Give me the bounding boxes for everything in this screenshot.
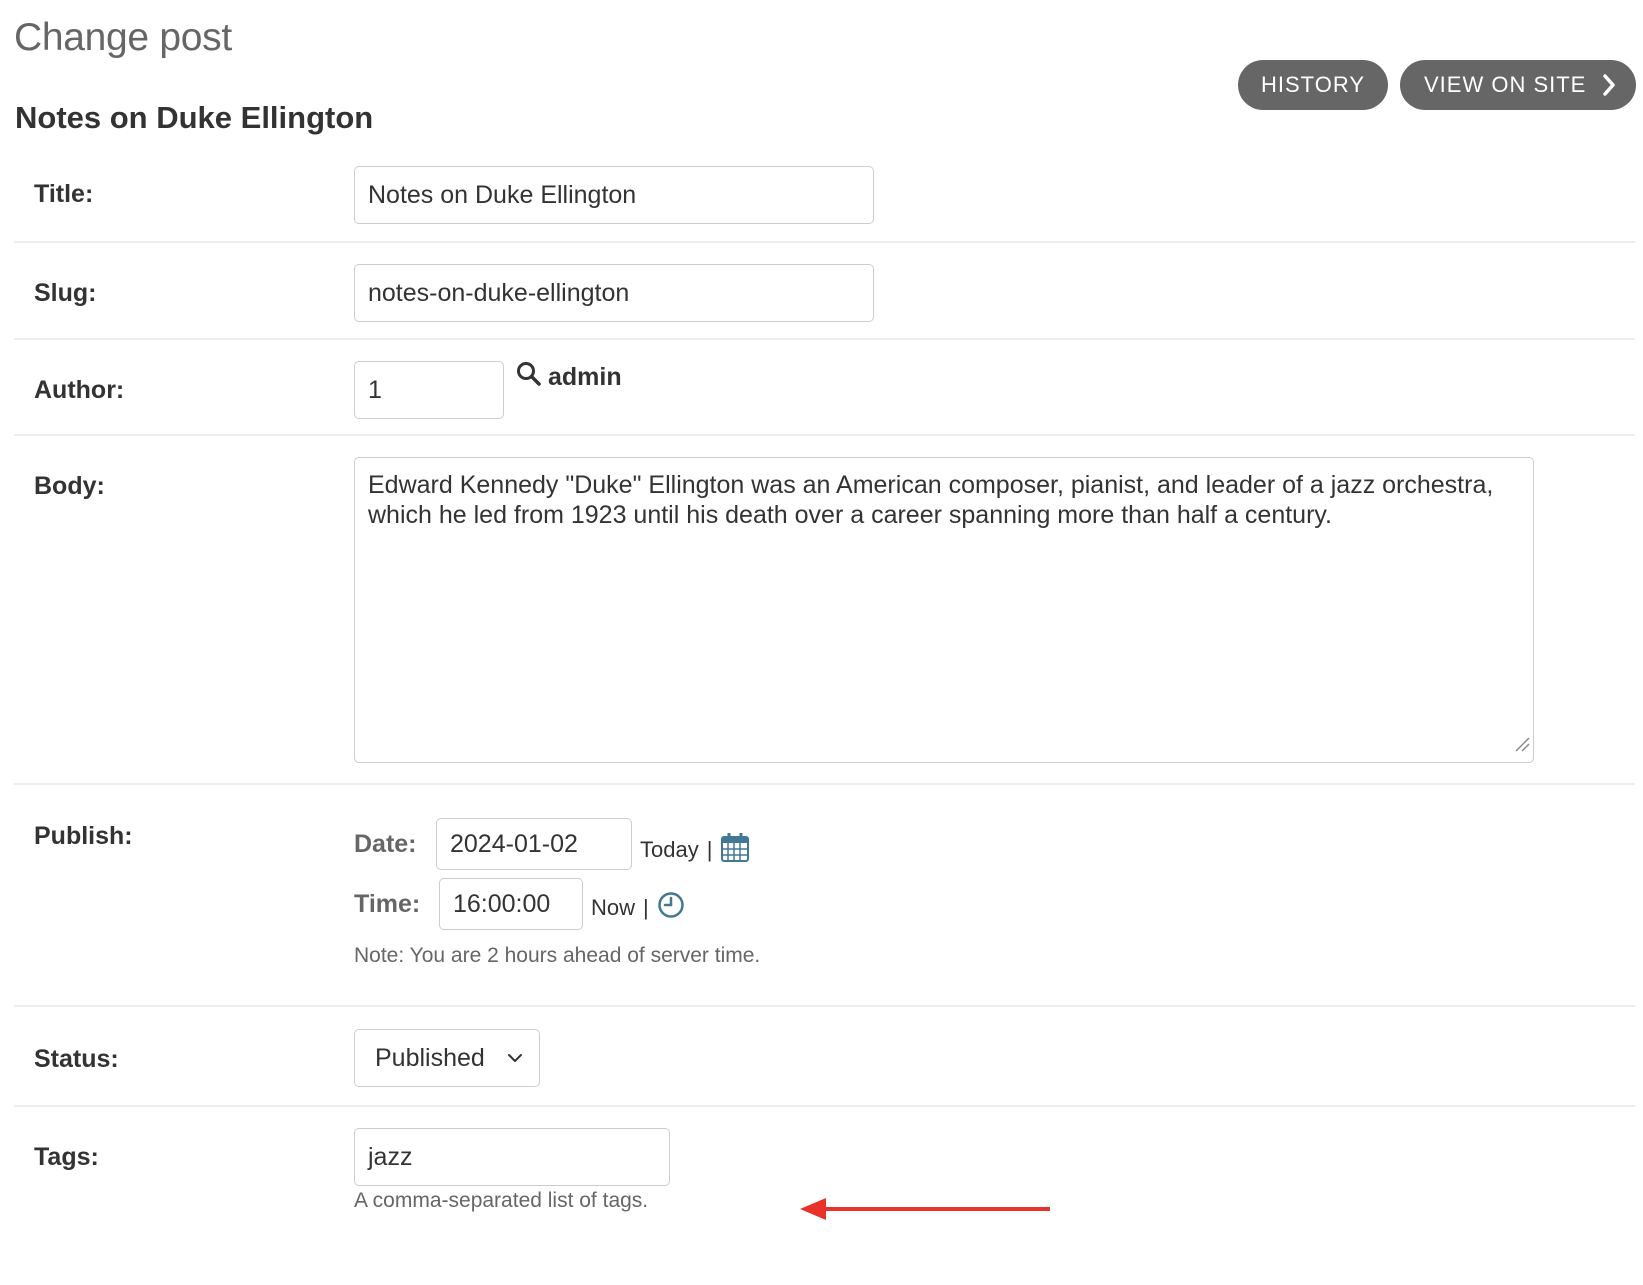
form-row-body: Body: Edward Kennedy "Duke" Ellington wa… [14, 436, 1635, 785]
resize-grip-icon[interactable] [1514, 729, 1530, 759]
date-input[interactable]: 2024-01-02 [436, 818, 632, 870]
date-separator: | [706, 837, 713, 862]
tags-label: Tags: [34, 1143, 99, 1171]
form-row-author: Author: 1 admin [14, 340, 1635, 436]
history-button-label: HISTORY [1261, 72, 1365, 97]
date-label: Date: [354, 830, 417, 858]
time-input[interactable]: 16:00:00 [439, 878, 583, 930]
publish-label: Publish: [34, 822, 133, 850]
timezone-note: Note: You are 2 hours ahead of server ti… [354, 944, 761, 967]
form-row-title: Title: Notes on Duke Ellington [14, 160, 1635, 243]
status-select[interactable]: Published [354, 1029, 540, 1087]
history-button[interactable]: HISTORY [1238, 60, 1388, 110]
body-text: Edward Kennedy "Duke" Ellington was an A… [368, 471, 1494, 529]
view-on-site-button[interactable]: VIEW ON SITE [1400, 60, 1636, 110]
page-title: Change post [14, 16, 232, 59]
time-label: Time: [354, 890, 421, 918]
slug-input[interactable]: notes-on-duke-ellington [354, 264, 874, 322]
date-shortcuts: Today | [640, 831, 750, 869]
body-textarea[interactable]: Edward Kennedy "Duke" Ellington was an A… [354, 457, 1534, 763]
author-lookup-text: admin [548, 363, 622, 391]
time-shortcuts: Now | [591, 891, 685, 925]
form-row-status: Status: Published [14, 1007, 1635, 1107]
calendar-icon[interactable] [720, 831, 750, 869]
title-label: Title: [34, 180, 94, 208]
status-selected-value: Published [375, 1043, 485, 1072]
author-lookup[interactable]: admin [516, 361, 622, 394]
tags-help-text: A comma-separated list of tags. [354, 1189, 649, 1212]
author-label: Author: [34, 376, 125, 404]
view-on-site-label: VIEW ON SITE [1424, 72, 1587, 97]
chevron-right-icon [1602, 74, 1616, 96]
status-label: Status: [34, 1045, 119, 1073]
annotation-arrow [800, 1196, 1052, 1227]
now-link[interactable]: Now [591, 895, 635, 921]
body-label: Body: [34, 472, 105, 500]
slug-label: Slug: [34, 279, 97, 307]
title-input[interactable]: Notes on Duke Ellington [354, 166, 874, 224]
today-link[interactable]: Today [640, 837, 699, 863]
form-row-publish: Publish: Date: 2024-01-02 Today | Time: … [14, 785, 1635, 1007]
search-icon[interactable] [516, 361, 542, 394]
form-row-slug: Slug: notes-on-duke-ellington [14, 243, 1635, 340]
author-id-input[interactable]: 1 [354, 361, 504, 419]
time-separator: | [643, 895, 649, 920]
object-tools: HISTORY VIEW ON SITE [1238, 60, 1636, 110]
tags-input[interactable]: jazz [354, 1128, 670, 1186]
object-title: Notes on Duke Ellington [15, 100, 374, 135]
chevron-down-icon [507, 1052, 523, 1064]
clock-icon[interactable] [657, 891, 685, 925]
